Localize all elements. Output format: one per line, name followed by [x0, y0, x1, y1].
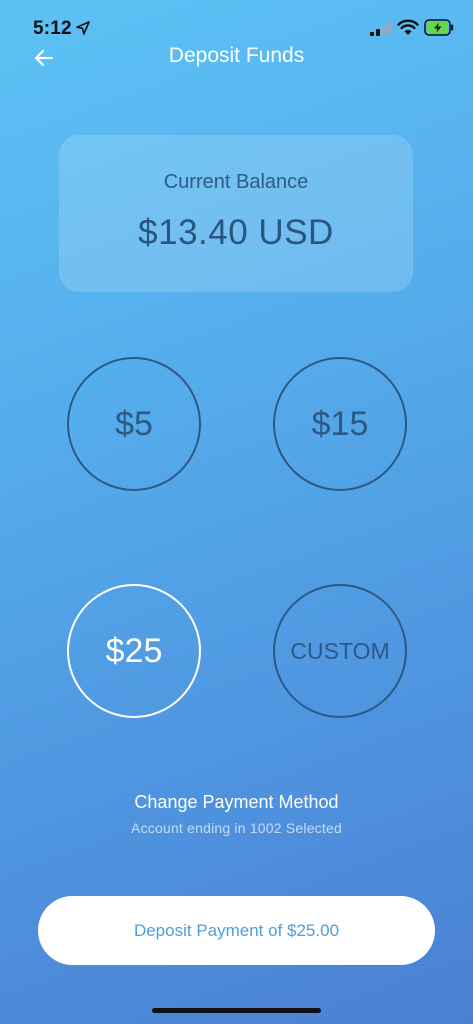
amount-option-5[interactable]: $5	[67, 357, 201, 491]
status-time: 5:12	[33, 18, 72, 39]
amount-option-custom[interactable]: CUSTOM	[273, 584, 407, 718]
payment-method-subtitle: Account ending in 1002 Selected	[131, 820, 342, 836]
battery-charging-icon	[424, 19, 454, 36]
deposit-button[interactable]: Deposit Payment of $25.00	[38, 896, 435, 965]
balance-amount: $13.40 USD	[138, 213, 334, 252]
payment-method-title: Change Payment Method	[134, 792, 339, 812]
balance-label: Current Balance	[163, 171, 309, 193]
location-arrow-icon	[76, 21, 90, 35]
balance-card: Current Balance $13.40 USD	[59, 135, 413, 292]
amount-option-25[interactable]: $25	[67, 584, 201, 718]
page-title: Deposit Funds	[168, 44, 305, 67]
cellular-signal-icon	[370, 22, 392, 36]
amount-option-15[interactable]: $15	[273, 357, 407, 491]
change-payment-method[interactable]: Change Payment Method Account ending in …	[0, 792, 473, 836]
home-indicator	[152, 1008, 321, 1013]
wifi-icon	[397, 19, 419, 35]
deposit-funds-screen: 5:12 Deposit Funds Current Balance $13.4…	[0, 0, 473, 1024]
